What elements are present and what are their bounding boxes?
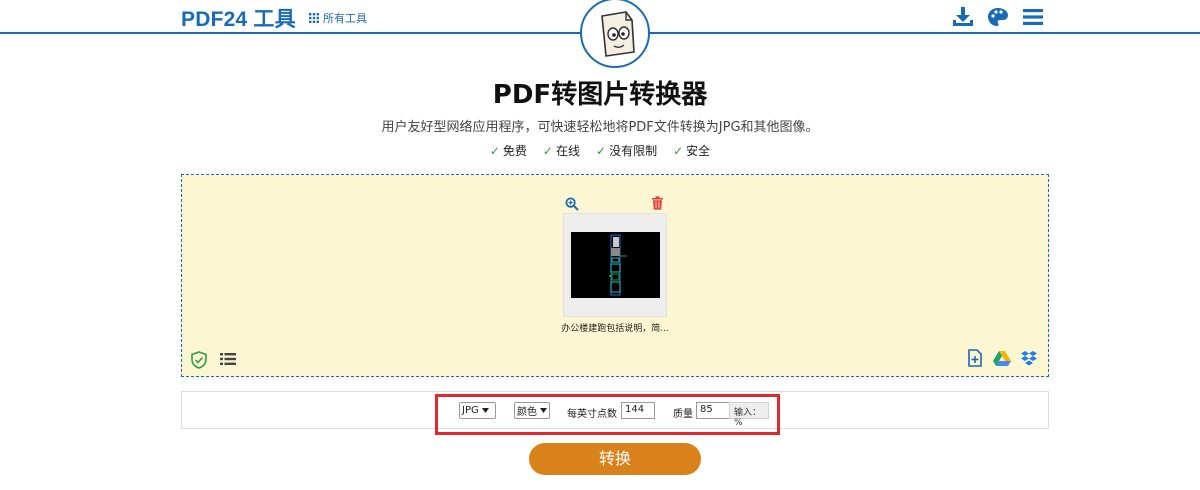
all-tools-label: 所有工具 [323,12,367,25]
convert-button[interactable]: 转换 [529,443,701,475]
format-value: JPG [462,405,479,416]
check-icon: ✓ [673,143,684,158]
color-select[interactable]: 颜色 [514,402,550,419]
trash-icon[interactable] [651,196,664,210]
header-actions [951,5,1045,29]
quality-unit-hint: 输入：% [729,402,769,428]
page-title: PDF转图片转换器 [492,80,708,110]
file-name: 办公楼建跑包括说明，简... [561,324,669,334]
dropbox-icon[interactable] [1020,350,1038,368]
check-icon: ✓ [542,143,553,158]
feature-list: ✓ 免费 ✓ 在线 ✓ 没有限制 ✓ 安全 [0,142,1200,159]
file-card[interactable] [563,213,667,317]
file-thumbnail [571,232,660,298]
all-tools-link[interactable]: 所有工具 [309,10,367,26]
feature-item: ✓ 没有限制 [596,143,658,159]
feature-item: ✓ 免费 [489,143,527,159]
color-value: 颜色 [517,407,537,418]
check-icon: ✓ [596,143,607,158]
shield-check-icon[interactable] [190,351,208,369]
download-icon[interactable] [951,5,975,29]
feature-item: ✓ 安全 [673,143,711,159]
add-file-icon[interactable] [966,349,984,367]
quality-input[interactable]: 85 [696,402,730,419]
dpi-label: 每英寸点数 [567,409,617,420]
menu-icon[interactable] [1021,5,1045,29]
page-subtitle: 用户友好型网络应用程序，可快速轻松地将PDF文件转换为JPG和其他图像。 [381,120,819,135]
zoom-in-icon[interactable] [565,197,579,211]
quality-label: 质量 [673,409,693,420]
list-icon[interactable] [220,352,236,366]
check-icon: ✓ [489,143,500,158]
thumbnail-drawing [571,232,660,298]
grid-icon [309,13,319,23]
feature-item: ✓ 在线 [542,143,580,159]
logo[interactable]: PDF24 工具 [181,3,296,33]
google-drive-icon[interactable] [993,350,1011,368]
format-select[interactable]: JPG [459,402,496,419]
mascot-logo[interactable] [580,0,650,68]
mascot-icon [601,11,635,57]
chevron-down-icon [540,408,547,413]
dpi-input[interactable]: 144 [621,402,655,419]
palette-icon[interactable] [986,5,1010,29]
chevron-down-icon [481,408,489,413]
file-dropzone[interactable]: 办公楼建跑包括说明，简... [181,174,1049,377]
